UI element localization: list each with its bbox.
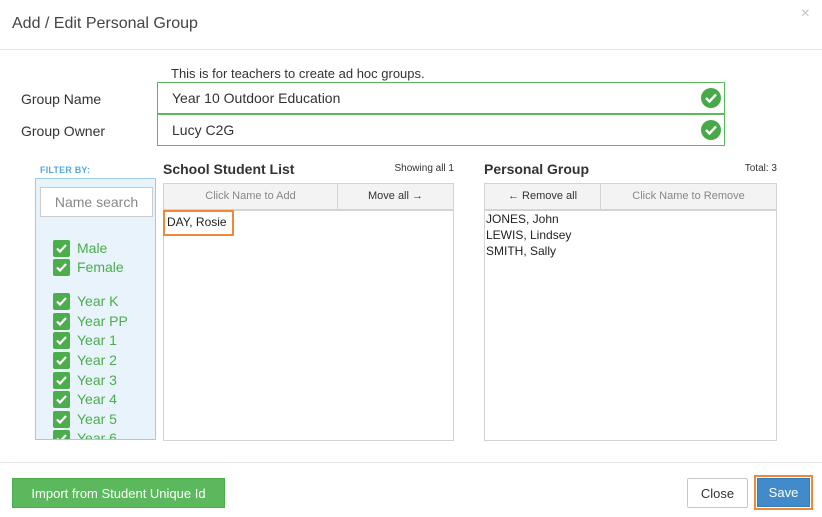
filter-option-year-k[interactable]: Year K bbox=[53, 292, 119, 310]
filter-option-year-5[interactable]: Year 5 bbox=[53, 410, 117, 428]
save-button[interactable]: Save bbox=[757, 478, 810, 507]
personal-group-list: JONES, John LEWIS, Lindsey SMITH, Sally bbox=[484, 210, 777, 441]
checkbox-checked-icon bbox=[53, 292, 70, 310]
remove-all-button[interactable]: ← Remove all bbox=[484, 183, 601, 210]
checkbox-checked-icon bbox=[53, 410, 70, 428]
school-list-title: School Student List bbox=[163, 161, 295, 177]
group-owner-label: Group Owner bbox=[21, 123, 106, 139]
check-circle-icon bbox=[701, 120, 721, 140]
group-name-input[interactable] bbox=[157, 82, 725, 114]
student-item-day-rosie[interactable]: DAY, Rosie bbox=[163, 210, 234, 236]
name-search-input[interactable] bbox=[40, 187, 153, 217]
filter-option-year-4[interactable]: Year 4 bbox=[53, 390, 117, 408]
filter-panel: Male Female Year K Year PP Year 1 Year 2… bbox=[35, 178, 156, 440]
dialog-title: Add / Edit Personal Group bbox=[12, 15, 198, 32]
filter-option-male[interactable]: Male bbox=[53, 239, 107, 257]
move-all-button[interactable]: Move all → bbox=[337, 183, 454, 210]
school-list-count: Showing all 1 bbox=[394, 163, 454, 174]
checkbox-checked-icon bbox=[53, 258, 70, 276]
close-button[interactable]: Close bbox=[687, 478, 748, 508]
filter-option-label: Year 3 bbox=[77, 372, 117, 388]
group-name-label: Group Name bbox=[21, 91, 102, 107]
filter-option-year-pp[interactable]: Year PP bbox=[53, 312, 128, 330]
filter-option-year-1[interactable]: Year 1 bbox=[53, 331, 117, 349]
filter-option-label: Year 1 bbox=[77, 332, 117, 348]
dialog-header: Add / Edit Personal Group × bbox=[0, 0, 822, 50]
filter-option-label: Year PP bbox=[77, 313, 128, 329]
filter-option-label: Year 4 bbox=[77, 391, 117, 407]
list-item[interactable]: JONES, John bbox=[485, 211, 776, 227]
checkbox-checked-icon bbox=[53, 331, 70, 349]
filter-option-year-3[interactable]: Year 3 bbox=[53, 371, 117, 389]
filter-option-female[interactable]: Female bbox=[53, 258, 124, 276]
import-from-student-id-button[interactable]: Import from Student Unique Id bbox=[12, 478, 225, 508]
checkbox-checked-icon bbox=[53, 239, 70, 257]
filter-option-year-6[interactable]: Year 6 bbox=[53, 429, 117, 440]
filter-option-label: Year 2 bbox=[77, 352, 117, 368]
checkbox-checked-icon bbox=[53, 429, 70, 439]
list-item[interactable]: SMITH, Sally bbox=[485, 243, 776, 259]
group-hint-text: This is for teachers to create ad hoc gr… bbox=[171, 66, 425, 81]
personal-group-title: Personal Group bbox=[484, 161, 590, 177]
close-icon[interactable]: × bbox=[801, 6, 810, 22]
check-circle-icon bbox=[701, 88, 721, 108]
filter-title: FILTER BY: bbox=[40, 165, 91, 175]
click-name-to-add-hint: Click Name to Add bbox=[163, 183, 338, 210]
checkbox-checked-icon bbox=[53, 312, 70, 330]
click-name-to-remove-hint: Click Name to Remove bbox=[600, 183, 777, 210]
filter-option-label: Male bbox=[77, 240, 108, 256]
filter-option-label: Year 5 bbox=[77, 411, 117, 427]
filter-option-label: Year 6 bbox=[77, 430, 117, 440]
group-owner-input[interactable] bbox=[157, 114, 725, 146]
checkbox-checked-icon bbox=[53, 390, 70, 408]
filter-option-year-2[interactable]: Year 2 bbox=[53, 351, 117, 369]
filter-option-label: Year K bbox=[77, 293, 119, 309]
filter-option-label: Female bbox=[77, 259, 124, 275]
list-item[interactable]: LEWIS, Lindsey bbox=[485, 227, 776, 243]
checkbox-checked-icon bbox=[53, 351, 70, 369]
checkbox-checked-icon bbox=[53, 371, 70, 389]
school-student-list: DAY, Rosie bbox=[163, 210, 454, 441]
personal-group-total: Total: 3 bbox=[744, 163, 777, 174]
